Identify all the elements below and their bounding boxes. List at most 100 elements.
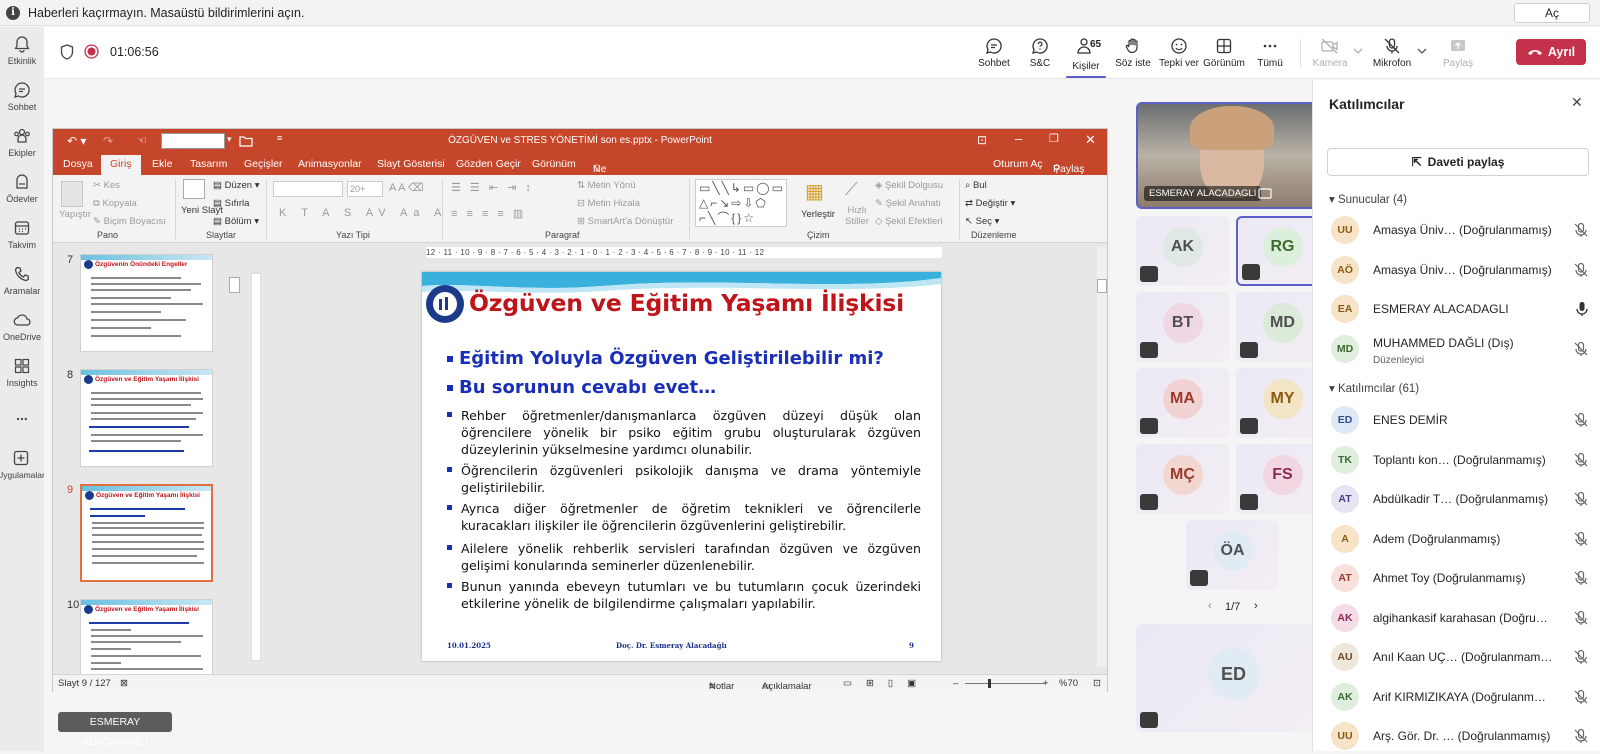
people-button[interactable]: 65 Kişiler (1066, 37, 1106, 78)
microphone-button[interactable]: Mikrofon (1370, 37, 1414, 69)
tab-view[interactable]: Görünüm (532, 158, 576, 170)
participant-mic[interactable] (1573, 262, 1589, 278)
section-button[interactable]: ▤ Bölüm ▾ (213, 216, 259, 227)
shield-icon[interactable] (60, 44, 74, 60)
participant-mic[interactable] (1573, 531, 1589, 547)
tab-file[interactable]: Dosya (63, 158, 93, 170)
zoom-thumb[interactable] (988, 679, 991, 688)
list-buttons[interactable]: ☰ ☰ ⇤ ⇥ ↕ (451, 181, 534, 194)
smartart-button[interactable]: ⊞ SmartArt'a Dönüştür (577, 216, 673, 227)
participant-mic[interactable] (1573, 222, 1589, 238)
rail-assignments[interactable]: Ödevler (0, 173, 44, 204)
view-mode-buttons[interactable]: ▭⊞▯▣ (843, 678, 930, 689)
quick-styles-button[interactable]: Hızlı Stiller (839, 205, 875, 227)
presenters-header[interactable]: ▾ Sunucular (4) (1329, 192, 1407, 206)
rail-calendar[interactable]: Takvim (0, 219, 44, 250)
share-invite-button[interactable]: ⇱ Daveti paylaş (1327, 148, 1589, 176)
slide-thumbnail-selected[interactable]: Özgüven ve Eğitim Yaşamı İlişkisi (80, 484, 213, 582)
participant-row[interactable]: AT Abdülkadir T… (Doğrulanmamış) (1327, 481, 1589, 517)
enable-notifications-button[interactable]: Aç (1514, 3, 1590, 23)
participant-tile[interactable]: BT (1136, 292, 1229, 362)
participant-row[interactable]: AT Ahmet Toy (Doğrulanmamış) (1327, 560, 1589, 596)
participant-tile[interactable]: MÇ (1136, 444, 1229, 514)
format-painter-button[interactable]: ✎ Biçim Boyacısı (93, 216, 166, 227)
participant-row[interactable]: MD MUHAMMED DAĞLI (Dış) Düzenleyici (1327, 331, 1589, 367)
close-icon[interactable]: ✕ (1085, 132, 1096, 148)
text-direction-button[interactable]: ⇅ Metin Yönü (577, 180, 636, 191)
participant-row[interactable]: UU Amasya Üniv… (Doğrulanmamış) (1327, 212, 1589, 248)
participant-row[interactable]: AK algihankasif karahasan (Doğru… (1327, 600, 1589, 636)
participant-row[interactable]: ED ENES DEMİR (1327, 402, 1589, 438)
tab-home[interactable]: Giriş (101, 155, 141, 175)
zoom-level[interactable]: %70 (1059, 678, 1078, 689)
find-button[interactable]: ⌕ Bul (965, 180, 987, 191)
participant-tile-large[interactable]: ED (1136, 624, 1331, 732)
tab-slideshow[interactable]: Slayt Gösterisi (377, 158, 445, 170)
font-name-field[interactable] (273, 181, 343, 197)
rail-chat[interactable]: Sohbet (0, 81, 44, 112)
slide-scrollbar[interactable] (1097, 247, 1107, 667)
copy-button[interactable]: ⧉ Kopyala (93, 198, 137, 209)
ribbon-display-icon[interactable]: ⊡ (977, 133, 987, 147)
tab-transitions[interactable]: Geçişler (244, 158, 283, 170)
chevron-down-icon[interactable] (1417, 47, 1427, 55)
participant-row[interactable]: A Adem (Doğrulanmamış) (1327, 521, 1589, 557)
gallery-next-icon[interactable]: › (1254, 600, 1258, 612)
qa-button[interactable]: S&C (1024, 37, 1056, 69)
rail-activity[interactable]: Etkinlik (0, 35, 44, 66)
tab-review[interactable]: Gözden Geçir (456, 158, 521, 170)
participant-tile[interactable]: MA (1136, 368, 1229, 438)
rail-more[interactable]: ... (0, 407, 44, 423)
participant-row[interactable]: UU Arş. Gör. Dr. … (Doğrulanmamış) (1327, 718, 1589, 754)
chevron-down-icon[interactable] (1353, 47, 1363, 55)
fit-to-window-icon[interactable]: ⊡ (1093, 678, 1101, 689)
layout-button[interactable]: ▤ Düzen ▾ (213, 180, 260, 191)
sign-in-link[interactable]: Oturum Aç (993, 158, 1043, 170)
participant-mic[interactable] (1573, 728, 1589, 744)
slide-thumbnail[interactable]: Özgüven ve Eğitim Yaşamı İlişkisi (80, 369, 213, 467)
new-slide-icon[interactable] (183, 179, 205, 199)
minimize-icon[interactable]: – (1015, 131, 1022, 146)
participant-mic[interactable] (1573, 412, 1589, 428)
participant-mic[interactable] (1573, 491, 1589, 507)
shape-outline-button[interactable]: ✎ Şekil Anahatı (875, 198, 941, 209)
paste-icon[interactable] (61, 181, 83, 207)
font-style-buttons[interactable]: K T A S AV Aa A (279, 207, 447, 219)
gallery-prev-icon[interactable]: ‹ (1208, 600, 1212, 612)
shape-effects-button[interactable]: ◇ Şekil Efektleri (875, 216, 943, 227)
rail-insights[interactable]: Insights (0, 357, 44, 388)
slide-thumbnail[interactable]: Özgüvenin Önündeki Engeller (80, 254, 213, 352)
tab-animations[interactable]: Animasyonlar (298, 158, 362, 170)
participant-row[interactable]: TK Toplantı kon… (Doğrulanmamış) (1327, 442, 1589, 478)
participant-row[interactable]: AU Anıl Kaan UÇ… (Doğrulanmamış) (1327, 639, 1589, 675)
raise-hand-button[interactable]: Söz iste (1114, 37, 1152, 69)
maximize-icon[interactable]: ❐ (1049, 132, 1059, 145)
zoom-slider[interactable] (965, 683, 1045, 684)
grow-shrink-font-icon[interactable]: A A ⌫ (389, 181, 424, 194)
chat-button[interactable]: Sohbet (976, 37, 1012, 69)
alignment-buttons[interactable]: ≡ ≡ ≡ ≡ ▥ (451, 207, 526, 220)
slide-thumbnail[interactable]: Özgüven ve Eğitim Yaşamı İlişkisi (80, 599, 213, 674)
shapes-gallery[interactable]: ▭╲╲↳▭◯▭ △⌐↘⇨⇩⬠ ⌐╲⌒{}☆ (695, 179, 787, 227)
camera-button[interactable]: Kamera (1310, 37, 1350, 69)
participant-tile[interactable]: AK (1136, 216, 1229, 286)
participant-mic[interactable] (1573, 570, 1589, 586)
share-button[interactable]: Paylaş (1440, 37, 1476, 69)
cut-button[interactable]: ✂ Kes (93, 180, 120, 191)
align-text-button[interactable]: ⊟ Metin Hizala (577, 198, 640, 209)
shape-fill-button[interactable]: ◈ Şekil Dolgusu (875, 180, 943, 191)
participant-mic[interactable] (1573, 689, 1589, 705)
rail-teams[interactable]: Ekipler (0, 127, 44, 158)
participant-mic[interactable] (1573, 341, 1589, 357)
attendees-header[interactable]: ▾ Katılımcılar (61) (1329, 381, 1419, 395)
rail-calls[interactable]: Aramalar (0, 265, 44, 296)
replace-button[interactable]: ⇄ Değiştir ▾ (965, 198, 1015, 209)
tab-design[interactable]: Tasarım (190, 158, 227, 170)
more-button[interactable]: Tümü (1252, 37, 1288, 69)
scroll-thumb[interactable] (1097, 279, 1107, 293)
zoom-in-icon[interactable]: + (1043, 678, 1049, 689)
rail-apps[interactable]: Uygulamalar (0, 449, 46, 480)
reset-button[interactable]: ▤ Sıfırla (213, 198, 249, 209)
zoom-out-icon[interactable]: – (953, 678, 958, 689)
participant-row[interactable]: AK Arif KIRMIZIKAYA (Doğrulanm… (1327, 679, 1589, 715)
